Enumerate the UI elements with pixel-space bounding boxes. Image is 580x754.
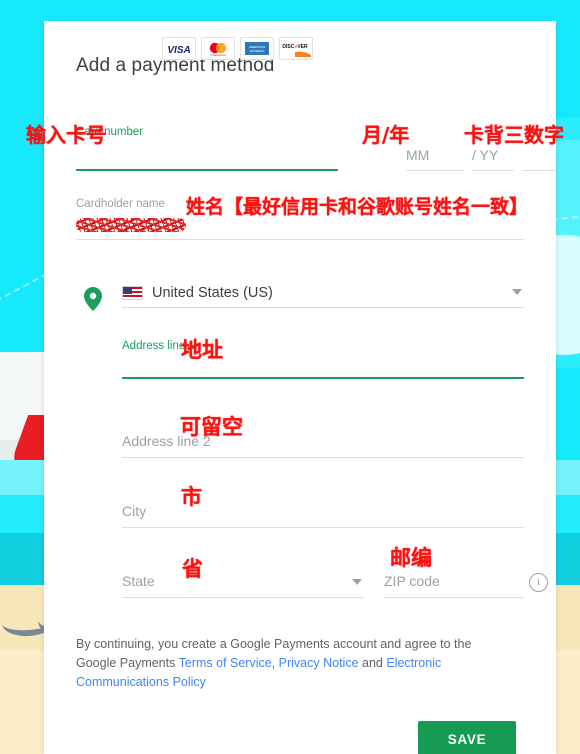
svg-text:DISC●VER: DISC●VER (282, 44, 308, 50)
card-number-label: Card number (76, 126, 144, 138)
zip-underline (384, 597, 524, 598)
save-button[interactable]: SAVE (418, 721, 516, 754)
cardholder-name-underline (76, 239, 524, 240)
annotation-state: 省 (182, 557, 203, 581)
svg-text:VISA: VISA (167, 45, 190, 55)
annotation-month-year: 月/年 (362, 123, 410, 147)
expiry-separator: / (472, 147, 476, 163)
legal-footer: By continuing, you create a Google Payme… (76, 635, 494, 692)
city-underline (122, 527, 524, 528)
state-underline (122, 597, 364, 598)
address-line-1-underline (122, 377, 524, 379)
expiry-month-field[interactable]: MM (406, 147, 464, 171)
legal-sep-1: , (271, 656, 279, 670)
terms-of-service-link[interactable]: Terms of Service (179, 656, 272, 670)
svg-text:EXPRESS: EXPRESS (250, 49, 265, 53)
country-underline (122, 307, 524, 308)
card-number-underline (76, 169, 338, 171)
svg-text:mastercard: mastercard (210, 53, 225, 57)
discover-icon: DISC●VER (279, 37, 313, 60)
expiry-year-text: YY (479, 147, 499, 163)
redaction-scribble (76, 218, 186, 232)
mastercard-icon: mastercard (201, 37, 235, 60)
cvc-field[interactable] (522, 147, 556, 171)
annotation-enter-card-number: 输入卡号 (26, 123, 106, 147)
location-pin-icon (84, 287, 102, 316)
chevron-down-icon[interactable] (512, 289, 522, 295)
expiry-year-placeholder: / YY (472, 147, 514, 163)
visa-icon: VISA (162, 37, 196, 60)
country-value-row: United States (US) (122, 279, 524, 307)
card-number-field[interactable]: Card number (76, 125, 338, 171)
zip-field[interactable]: ZIP code i (384, 569, 548, 598)
country-value-text: United States (US) (152, 285, 273, 301)
expiry-year-field[interactable]: / YY (472, 147, 514, 171)
card-number-input[interactable] (76, 139, 338, 169)
annotation-name-match: 姓名【最好信用卡和谷歌账号姓名一致】 (186, 196, 529, 218)
expiry-year-underline (472, 170, 514, 171)
accepted-card-logos: VISA mastercard AMERICAN EXPRESS DISC●VE… (162, 37, 313, 60)
state-label: State (122, 573, 155, 589)
state-field[interactable]: State (122, 569, 364, 598)
info-icon[interactable]: i (529, 573, 548, 592)
cvc-placeholder (522, 147, 556, 163)
address-line-2-underline (122, 457, 524, 458)
privacy-notice-link[interactable]: Privacy Notice (279, 656, 359, 670)
annotation-address: 地址 (181, 338, 223, 362)
annotation-optional: 可留空 (180, 415, 243, 439)
zip-label: ZIP code (384, 573, 440, 589)
annotation-zip: 邮编 (390, 546, 432, 570)
annotation-city: 市 (181, 485, 202, 509)
annotation-cvc-three-digits: 卡背三数字 (464, 123, 564, 147)
expiry-month-underline (406, 170, 464, 171)
expiry-month-placeholder: MM (406, 147, 430, 163)
legal-sep-2: and (358, 656, 387, 670)
us-flag-icon (122, 286, 143, 300)
cvc-underline (522, 170, 556, 171)
state-chevron-down-icon[interactable] (352, 579, 362, 585)
amex-icon: AMERICAN EXPRESS (240, 37, 274, 60)
country-select[interactable]: United States (US) (122, 279, 524, 308)
